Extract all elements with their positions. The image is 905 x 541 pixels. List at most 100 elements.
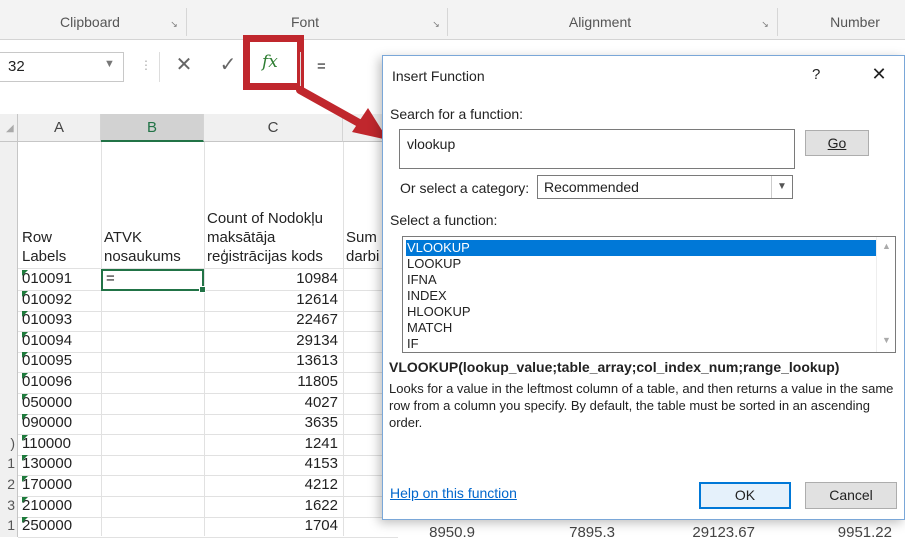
column-header-b[interactable]: B (101, 114, 204, 142)
cell-c-header[interactable]: Count of Nodokļu maksātāja reģistrācijas… (207, 209, 343, 266)
cell-count[interactable]: 29134 (208, 332, 338, 349)
formula-input[interactable]: = (300, 52, 380, 86)
select-all-corner[interactable]: ◢ (0, 114, 18, 142)
function-signature: VLOOKUP(lookup_value;table_array;col_ind… (389, 359, 840, 375)
cell-count[interactable]: 1704 (208, 517, 338, 534)
cell-count[interactable]: 4027 (208, 394, 338, 411)
gridline (343, 142, 344, 536)
cell-count[interactable]: 10984 (208, 270, 338, 287)
dialog-launcher-icon[interactable]: ↘ (759, 18, 771, 30)
row-header[interactable]: 2 (0, 476, 18, 496)
cell-value: 8950.9 (429, 524, 475, 541)
highlight-box (243, 35, 304, 90)
cell-row-label[interactable]: 010095 (22, 352, 100, 369)
cell-row-label[interactable]: 090000 (22, 414, 100, 431)
cell-d-header[interactable]: Sum darbi (346, 228, 386, 266)
close-icon[interactable]: ✕ (865, 60, 893, 88)
ribbon-group-clipboard: Clipboard (60, 14, 120, 30)
cell-row-label[interactable]: 010092 (22, 291, 100, 308)
ok-button[interactable]: OK (699, 482, 791, 509)
function-list[interactable]: VLOOKUP LOOKUP IFNA INDEX HLOOKUP MATCH … (402, 236, 896, 353)
function-item[interactable]: INDEX (406, 288, 447, 304)
cell-row-label[interactable]: 110000 (22, 435, 100, 452)
search-label: Search for a function: (390, 106, 524, 122)
row-header[interactable]: 1 (0, 517, 18, 537)
cell-count[interactable]: 1622 (208, 497, 338, 514)
cell-row-label[interactable]: 010091 (22, 270, 100, 287)
go-button[interactable]: Go (805, 130, 869, 156)
cell-count[interactable]: 4212 (208, 476, 338, 493)
cancel-button[interactable]: Cancel (805, 482, 897, 509)
chevron-down-icon[interactable]: ▼ (771, 176, 792, 198)
dialog-launcher-icon[interactable]: ↘ (430, 18, 442, 30)
cell-row-label[interactable]: 010093 (22, 311, 100, 328)
row-header[interactable] (0, 332, 18, 352)
cell-count[interactable]: 12614 (208, 291, 338, 308)
row-header[interactable]: 3 (0, 497, 18, 517)
ribbon-group-number: Number (830, 14, 880, 30)
function-item[interactable]: IF (406, 336, 419, 352)
cell-row-label[interactable]: 250000 (22, 517, 100, 534)
scroll-down-icon[interactable]: ▼ (877, 335, 896, 345)
ribbon-separator (777, 8, 778, 36)
cell-b-header[interactable]: ATVK nosaukums (104, 228, 203, 266)
cell-count[interactable]: 3635 (208, 414, 338, 431)
divider (159, 52, 160, 82)
cell-value: 29123.67 (692, 524, 755, 541)
active-cell-b[interactable] (101, 269, 206, 293)
cell-row-label[interactable]: 050000 (22, 394, 100, 411)
list-scrollbar[interactable]: ▲ ▼ (876, 237, 895, 352)
cell-row-label[interactable]: 210000 (22, 497, 100, 514)
column-header-c[interactable]: C (204, 114, 343, 142)
cell-count[interactable]: 11805 (208, 373, 338, 390)
cell-row-label[interactable]: 170000 (22, 476, 100, 493)
cancel-entry-icon[interactable]: ✕ (170, 50, 198, 80)
column-header-a[interactable]: A (18, 114, 101, 142)
category-label: Or select a category: (400, 180, 530, 196)
scroll-up-icon[interactable]: ▲ (877, 241, 896, 251)
help-link[interactable]: Help on this function (390, 485, 517, 501)
function-item[interactable]: VLOOKUP (406, 240, 876, 256)
gridline (18, 268, 398, 269)
ribbon-separator (447, 8, 448, 36)
function-item[interactable]: LOOKUP (406, 256, 461, 272)
dialog-launcher-icon[interactable]: ↘ (168, 18, 180, 30)
row-header[interactable] (0, 352, 18, 372)
cell-row-label[interactable]: 010096 (22, 373, 100, 390)
ribbon-separator (186, 8, 187, 36)
cell-count[interactable]: 22467 (208, 311, 338, 328)
drag-handle-icon[interactable]: ⋮ (140, 58, 152, 72)
dialog-title: Insert Function (392, 68, 485, 84)
row-header[interactable] (0, 291, 18, 311)
function-item[interactable]: MATCH (406, 320, 452, 336)
function-item[interactable]: HLOOKUP (406, 304, 471, 320)
row-header[interactable]: ) (0, 435, 18, 455)
ribbon-group-alignment: Alignment (568, 14, 632, 30)
help-icon[interactable]: ? (812, 66, 820, 83)
category-select[interactable]: Recommended (537, 175, 793, 199)
cell-row-label[interactable]: 010094 (22, 332, 100, 349)
row-header[interactable] (0, 270, 18, 290)
row-header[interactable] (0, 373, 18, 393)
enter-entry-icon[interactable]: ✓ (214, 50, 242, 80)
search-input[interactable]: vlookup (399, 129, 795, 169)
cell-row-label[interactable]: 130000 (22, 455, 100, 472)
row-header[interactable] (0, 394, 18, 414)
row-header[interactable]: 1 (0, 455, 18, 475)
function-item[interactable]: IFNA (406, 272, 437, 288)
cell-a-header[interactable]: Row Labels (22, 228, 100, 266)
cell-value: 7895.3 (569, 524, 615, 541)
cell-value: 9951.22 (837, 524, 892, 541)
cell-count[interactable]: 13613 (208, 352, 338, 369)
cell-count[interactable]: 1241 (208, 435, 338, 452)
row-header[interactable] (0, 311, 18, 331)
select-function-label: Select a function: (390, 212, 498, 228)
function-description: Looks for a value in the leftmost column… (389, 381, 894, 430)
row-header[interactable] (0, 414, 18, 434)
corner-triangle-icon: ◢ (6, 123, 14, 134)
cell-count[interactable]: 4153 (208, 455, 338, 472)
gridline (18, 537, 398, 538)
chevron-down-icon[interactable]: ▼ (104, 58, 115, 70)
ribbon-group-font: Font (290, 14, 319, 30)
gridline (101, 142, 102, 536)
